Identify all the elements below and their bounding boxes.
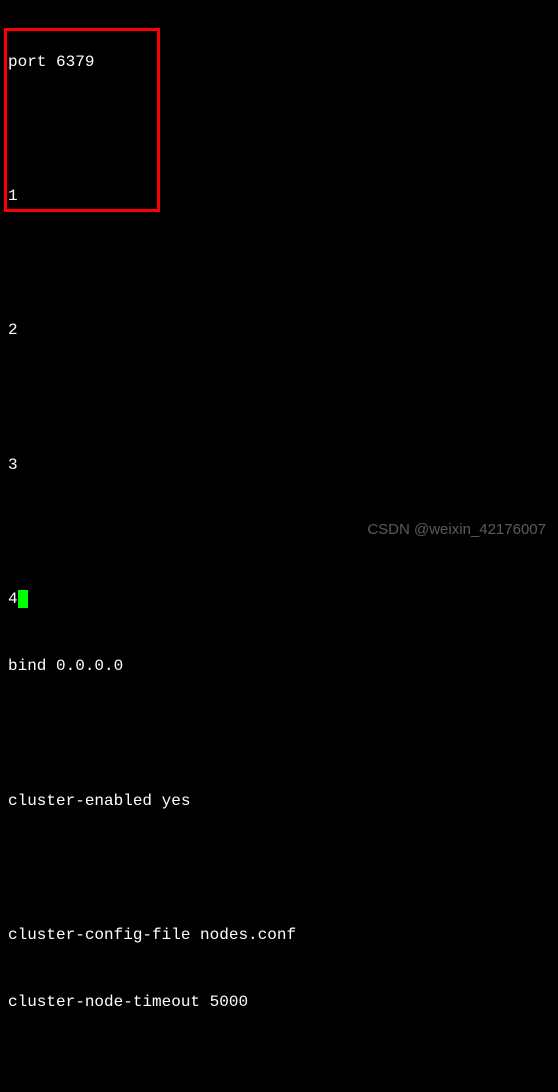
blank-line [8,1058,550,1080]
terminal-output[interactable]: port 6379 1 2 3 4 bind 0.0.0.0 cluster-e… [8,6,550,1092]
cursor-icon [18,590,28,608]
config-line: port 6379 [8,51,550,73]
blank-line [8,857,550,879]
config-line: 2 [8,319,550,341]
config-line: 3 [8,454,550,476]
blank-line [8,252,550,274]
blank-line [8,387,550,409]
config-line: cluster-node-timeout 5000 [8,991,550,1013]
config-line-with-cursor: 4 [8,588,550,610]
blank-line [8,118,550,140]
watermark: CSDN @weixin_42176007 [367,521,546,538]
text: 4 [8,590,18,608]
config-line: cluster-config-file nodes.conf [8,924,550,946]
blank-line [8,723,550,745]
config-line: 1 [8,185,550,207]
config-line: cluster-enabled yes [8,790,550,812]
config-line: bind 0.0.0.0 [8,655,550,677]
